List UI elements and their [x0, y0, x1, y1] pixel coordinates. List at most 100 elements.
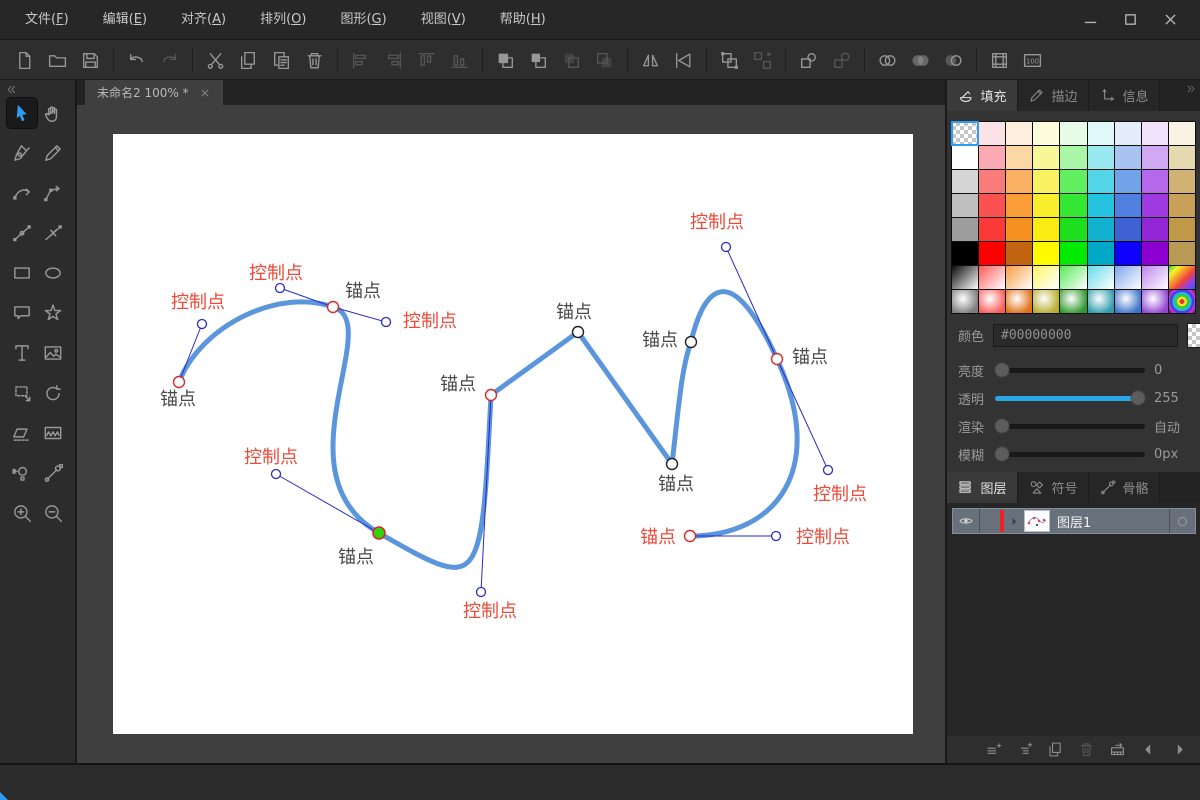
bool-exclude-button[interactable] — [937, 45, 970, 75]
palette-swatch[interactable] — [1168, 242, 1195, 265]
add-sublayer-button[interactable] — [1013, 739, 1035, 761]
palette-swatch[interactable] — [979, 170, 1006, 193]
tool-ellipse[interactable] — [38, 258, 68, 288]
palette-swatch[interactable] — [1087, 242, 1114, 265]
bool-union-button[interactable] — [871, 45, 904, 75]
tool-hand[interactable] — [38, 98, 68, 128]
palette-swatch[interactable] — [1087, 290, 1114, 313]
palette-swatch[interactable] — [1033, 122, 1060, 145]
tool-zigzag[interactable] — [38, 418, 68, 448]
palette-swatch[interactable] — [1114, 122, 1141, 145]
anchor-point[interactable] — [326, 300, 340, 314]
undo-button[interactable] — [120, 45, 153, 75]
palette-swatch[interactable] — [952, 242, 979, 265]
flip-horizontal-button[interactable] — [634, 45, 667, 75]
palette-swatch[interactable] — [1141, 170, 1168, 193]
palette-swatch[interactable] — [1087, 194, 1114, 217]
palette-swatch[interactable] — [1168, 218, 1195, 241]
anchor-point[interactable] — [571, 325, 585, 339]
menu-item[interactable]: 对齐(A) — [168, 0, 239, 40]
window-maximize-button[interactable] — [1122, 11, 1140, 29]
combine-button[interactable] — [792, 45, 825, 75]
palette-swatch[interactable] — [1168, 122, 1195, 145]
canvas[interactable]: 控制点 控制点 控制点 控制点 控制点 控制点 控制点 控制点 锚点 锚点 锚点 锚点 锚点 锚点 锚点 锚点… — [113, 134, 913, 734]
control-point[interactable] — [822, 464, 834, 476]
tool-knife[interactable] — [38, 218, 68, 248]
palette-swatch[interactable] — [1006, 194, 1033, 217]
anchor-point[interactable] — [665, 457, 679, 471]
palette-swatch[interactable] — [1060, 122, 1087, 145]
tool-text[interactable] — [7, 338, 37, 368]
palette-swatch[interactable] — [1114, 266, 1141, 289]
menu-item[interactable]: 帮助(H) — [487, 0, 559, 40]
tool-image[interactable] — [38, 338, 68, 368]
palette-swatch[interactable] — [1033, 194, 1060, 217]
palette-swatch[interactable] — [1060, 242, 1087, 265]
delete-button[interactable] — [298, 45, 331, 75]
palette-swatch[interactable] — [1006, 146, 1033, 169]
palette-swatch[interactable] — [1168, 170, 1195, 193]
palette-swatch[interactable] — [979, 146, 1006, 169]
control-point[interactable] — [770, 530, 782, 542]
palette-swatch[interactable] — [952, 290, 979, 313]
tool-curve[interactable] — [7, 178, 37, 208]
slider-handle[interactable] — [1130, 390, 1146, 406]
control-point[interactable] — [274, 282, 286, 294]
tab-symbols[interactable]: 符号 — [1018, 472, 1089, 503]
menu-item[interactable]: 视图(V) — [408, 0, 479, 40]
menu-item[interactable]: 排列(O) — [247, 0, 319, 40]
palette-swatch[interactable] — [1087, 122, 1114, 145]
tab-layers[interactable]: 图层 — [947, 472, 1018, 503]
palette-swatch[interactable] — [1114, 218, 1141, 241]
palette-swatch[interactable] — [979, 194, 1006, 217]
palette-swatch[interactable] — [1087, 170, 1114, 193]
tab-fill-bucket[interactable]: 填充 — [947, 80, 1018, 111]
slider-track[interactable] — [994, 362, 1145, 378]
color-value-input[interactable] — [993, 324, 1179, 347]
flip-vertical-button[interactable] — [667, 45, 700, 75]
tool-bubble[interactable] — [7, 298, 37, 328]
bool-intersect-button[interactable] — [904, 45, 937, 75]
palette-swatch[interactable] — [1114, 290, 1141, 313]
palette-swatch[interactable] — [1141, 146, 1168, 169]
palette-swatch[interactable] — [979, 290, 1006, 313]
anchor-point[interactable] — [172, 375, 186, 389]
layer-visibility-toggle[interactable] — [953, 513, 979, 529]
slider-track[interactable] — [995, 390, 1146, 406]
palette-swatch[interactable] — [950, 121, 980, 146]
tool-rotate[interactable] — [38, 378, 68, 408]
control-point[interactable] — [475, 586, 487, 598]
palette-swatch[interactable] — [1168, 194, 1195, 217]
save-file-button[interactable] — [74, 45, 107, 75]
menu-item[interactable]: 图形(G) — [327, 0, 399, 40]
palette-swatch[interactable] — [1114, 194, 1141, 217]
window-minimize-button[interactable] — [1082, 11, 1100, 29]
palette-swatch[interactable] — [1141, 242, 1168, 265]
anchor-point[interactable] — [683, 529, 697, 543]
copy-button[interactable] — [232, 45, 265, 75]
new-file-button[interactable] — [8, 45, 41, 75]
palette-swatch[interactable] — [979, 122, 1006, 145]
prev-layer-button[interactable] — [1137, 739, 1159, 761]
menu-item[interactable]: 编辑(E) — [90, 0, 160, 40]
tool-bezier[interactable] — [7, 218, 37, 248]
tool-select[interactable] — [6, 97, 39, 129]
palette-swatch[interactable] — [1033, 170, 1060, 193]
palette-swatch[interactable] — [1141, 218, 1168, 241]
tab-stroke-pencil[interactable]: 描边 — [1018, 80, 1089, 111]
palette-swatch[interactable] — [1006, 170, 1033, 193]
zoom-100-button[interactable]: 100 — [1016, 45, 1049, 75]
group-button[interactable] — [713, 45, 746, 75]
palette-swatch[interactable] — [1141, 290, 1168, 313]
control-point[interactable] — [196, 318, 208, 330]
palette-swatch[interactable] — [1087, 146, 1114, 169]
palette-swatch[interactable] — [1033, 242, 1060, 265]
collapse-toolpanel-button[interactable] — [5, 83, 18, 96]
tab-info-axes[interactable]: 信息 — [1089, 80, 1160, 111]
anchor-point[interactable] — [770, 352, 784, 366]
palette-swatch[interactable] — [1006, 266, 1033, 289]
tool-star[interactable] — [38, 298, 68, 328]
palette-swatch[interactable] — [952, 218, 979, 241]
palette-swatch[interactable] — [1168, 290, 1195, 313]
palette-swatch[interactable] — [1087, 218, 1114, 241]
